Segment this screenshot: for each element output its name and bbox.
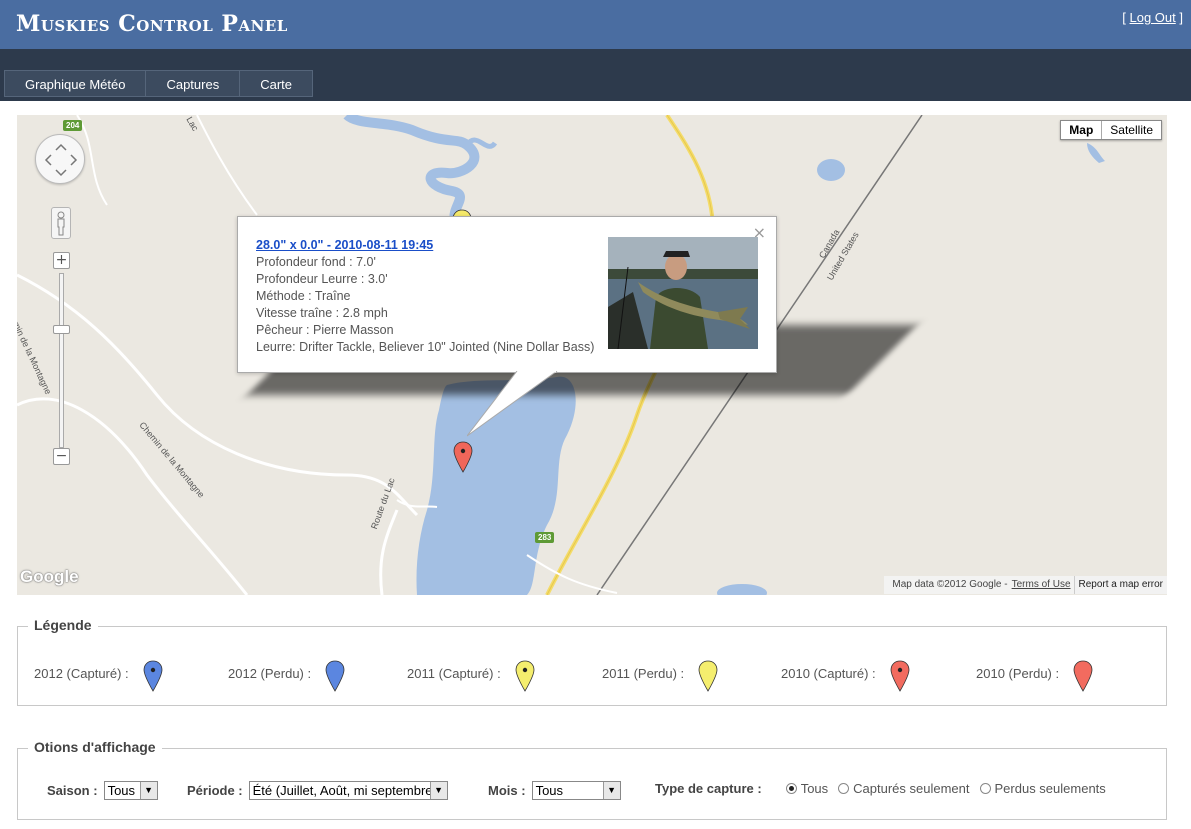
periode-value: Été (Juillet, Août, mi septembre) [252,783,437,798]
street-view-pegman-icon[interactable] [51,207,71,239]
radio-tous-label: Tous [800,781,829,796]
app-title: Muskies Control Panel [16,11,288,37]
zoom-out-button[interactable]: − [53,448,70,465]
info-window-tail [467,371,558,437]
google-logo: Google [20,567,79,586]
logout-link[interactable]: Log Out [1130,10,1176,25]
zoom-in-button[interactable]: + [53,252,70,269]
app-header: Muskies Control Panel [ Log Out ] [0,0,1191,49]
yellow-pin-dot-icon [515,660,535,692]
red-pin-icon [1073,660,1093,692]
radio-tous[interactable]: Tous [785,781,829,796]
periode-option: Période : Été (Juillet, Août, mi septemb… [187,781,448,800]
map-data-attribution: Map data ©2012 Google - [892,579,1008,590]
legend-item-2010-capture: 2010 (Capturé) : [781,657,910,692]
capture-detail-fisher: Pêcheur : Pierre Masson [256,323,394,337]
legend-item-2012-lost: 2012 (Perdu) : [228,657,345,692]
red-pin-dot-icon [890,660,910,692]
capture-title-link[interactable]: 28.0" x 0.0" - 2010-08-11 19:45 [256,237,594,254]
map-type-map-button[interactable]: Map [1061,121,1103,139]
display-options-title: Otions d'affichage [28,739,162,755]
display-options-fieldset: Otions d'affichage Saison : Tous ▼ Pério… [17,739,1167,820]
saison-select[interactable]: Tous ▼ [103,781,158,800]
radio-captures-label: Capturés seulement [853,781,970,796]
blue-pin-dot-icon [143,660,163,692]
mois-select[interactable]: Tous ▼ [531,781,621,800]
legend-title: Légende [28,617,98,633]
legend-fieldset: Légende 2012 (Capturé) : 2012 (Perdu) : … [17,617,1167,706]
radio-perdus-indicator[interactable] [979,783,991,794]
legend-item-2012-capture: 2012 (Capturé) : [34,657,163,692]
chevron-down-icon: ▼ [429,782,447,799]
zoom-slider-handle[interactable] [53,325,70,334]
nav-bar: Graphique Météo Captures Carte [0,49,1191,101]
road-shield-283: 283 [535,532,555,543]
logout-area: [ Log Out ] [1122,10,1183,25]
report-map-error-link[interactable]: Report a map error [1073,576,1167,594]
nav-tabs: Graphique Météo Captures Carte [4,70,313,97]
mois-option: Mois : Tous ▼ [488,781,621,800]
legend-label: 2011 (Capturé) : [407,665,501,681]
map-canvas[interactable]: 204 283 Chemin de la Montagne Chemin de … [17,115,1167,595]
radio-tous-indicator[interactable] [785,783,797,794]
legend-label: 2010 (Capturé) : [781,665,876,681]
blue-pin-icon [325,660,345,692]
info-window-text: 28.0" x 0.0" - 2010-08-11 19:45 Profonde… [256,237,594,356]
chevron-down-icon: ▼ [602,782,620,799]
periode-select[interactable]: Été (Juillet, Août, mi septembre) ▼ [248,781,448,800]
type-capture-option: Type de capture : Tous Capturés seulemen… [655,781,1116,796]
radio-captures-seulement[interactable]: Capturés seulement [838,781,970,796]
periode-label: Période : [187,783,243,798]
capture-detail-lure: Leurre: Drifter Tackle, Believer 10" Joi… [256,340,595,354]
map-type-control: Map Satellite [1060,120,1162,140]
logout-bracket-close: ] [1175,10,1183,25]
capture-detail-method: Méthode : Traîne [256,289,351,303]
road-shield-204: 204 [63,120,83,131]
type-capture-label: Type de capture : [655,781,762,796]
radio-captures-indicator[interactable] [838,783,850,794]
saison-value: Tous [107,783,136,798]
tab-captures[interactable]: Captures [145,70,240,97]
pan-control[interactable] [35,134,85,184]
map-marker-2010-capture[interactable] [453,441,473,473]
tab-carte[interactable]: Carte [239,70,313,97]
pan-arrows-icon [44,143,78,177]
zoom-slider-track[interactable] [59,273,64,448]
capture-detail-lure-depth: Profondeur Leurre : 3.0' [256,272,388,286]
saison-option: Saison : Tous ▼ [47,781,158,800]
radio-perdus-seulements[interactable]: Perdus seulements [979,781,1106,796]
legend-label: 2012 (Capturé) : [34,665,129,681]
info-window: × 28.0" x 0.0" - 2010-08-11 19:45 Profon… [237,216,777,373]
legend-label: 2012 (Perdu) : [228,665,312,681]
capture-detail-speed: Vitesse traîne : 2.8 mph [256,306,388,320]
legend-item-2011-capture: 2011 (Capturé) : [407,657,535,692]
saison-label: Saison : [47,783,98,798]
map-footer: Map data ©2012 Google - Terms of Use Rep… [884,576,1167,594]
mois-value: Tous [535,783,564,798]
capture-photo [608,237,758,349]
radio-perdus-label: Perdus seulements [994,781,1106,796]
legend-item-2011-lost: 2011 (Perdu) : [602,657,718,692]
map-type-satellite-button[interactable]: Satellite [1102,121,1161,139]
legend-label: 2010 (Perdu) : [976,665,1060,681]
legend-item-2010-lost: 2010 (Perdu) : [976,657,1093,692]
legend-label: 2011 (Perdu) : [602,665,685,681]
logout-bracket-open: [ [1122,10,1130,25]
chevron-down-icon: ▼ [139,782,157,799]
yellow-pin-icon [698,660,718,692]
terms-of-use-link[interactable]: Terms of Use [1012,576,1071,594]
tab-graphique-meteo[interactable]: Graphique Météo [4,70,146,97]
capture-detail-depth: Profondeur fond : 7.0' [256,255,376,269]
mois-label: Mois : [488,783,526,798]
